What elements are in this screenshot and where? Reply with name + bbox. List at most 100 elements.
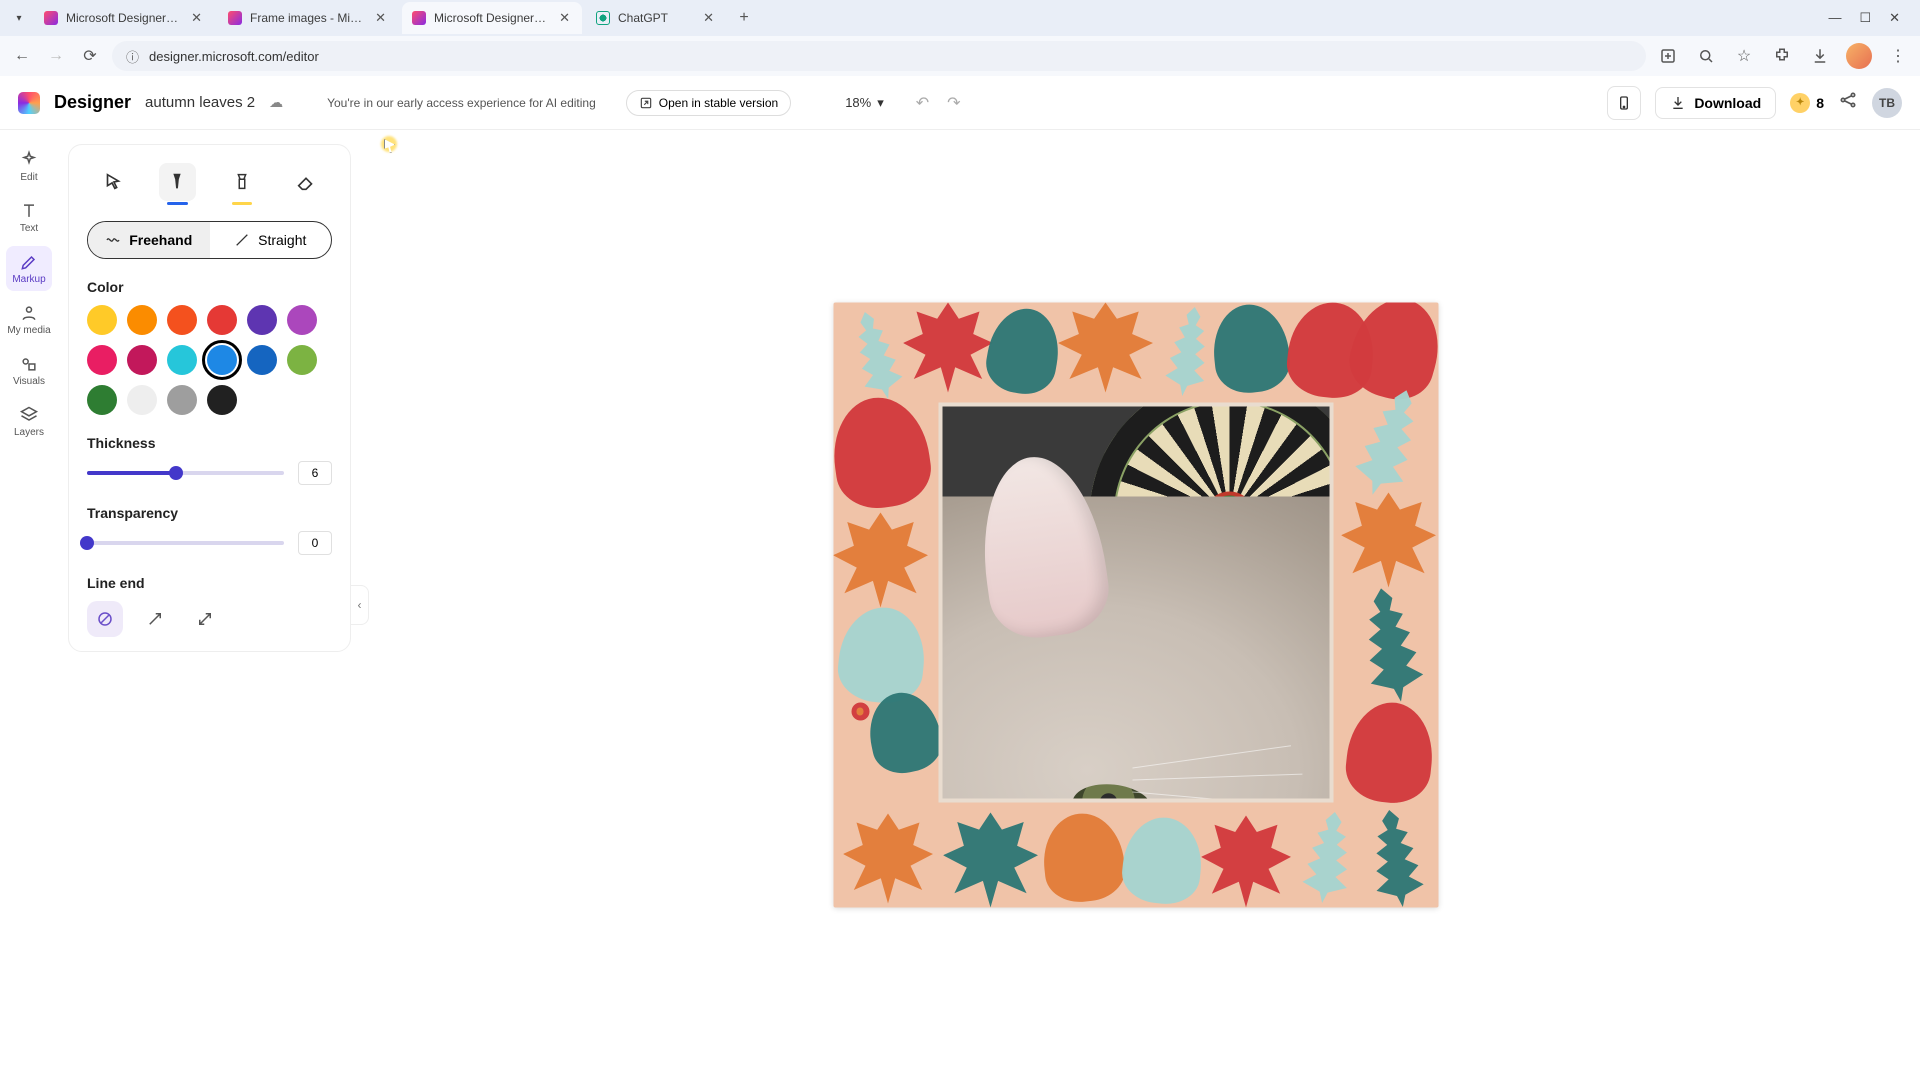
- color-swatch[interactable]: [127, 385, 157, 415]
- share-button[interactable]: [1838, 90, 1858, 115]
- chatgpt-favicon-icon: [596, 11, 610, 25]
- leaf-icon: [833, 513, 928, 608]
- sparkle-icon: [19, 150, 39, 170]
- profile-avatar[interactable]: [1846, 43, 1872, 69]
- line-end-arrow[interactable]: [137, 601, 173, 637]
- leaf-icon: [843, 814, 933, 904]
- color-swatch[interactable]: [207, 385, 237, 415]
- browser-tab-active[interactable]: Microsoft Designer - Stunning ✕: [402, 2, 582, 34]
- zoom-icon[interactable]: [1694, 44, 1718, 68]
- color-swatch[interactable]: [127, 305, 157, 335]
- zoom-dropdown[interactable]: 18% ▾: [845, 95, 884, 111]
- color-swatch[interactable]: [87, 345, 117, 375]
- color-swatch[interactable]: [247, 345, 277, 375]
- color-swatch[interactable]: [207, 345, 237, 375]
- leaf-icon: [1039, 810, 1128, 906]
- panel-collapse-button[interactable]: ‹: [351, 585, 369, 625]
- cat-ear: [970, 449, 1114, 644]
- undo-button[interactable]: ↶: [916, 93, 929, 113]
- tab-title: Microsoft Designer - Stunning: [66, 11, 181, 25]
- color-swatch[interactable]: [127, 345, 157, 375]
- line-end-double-arrow[interactable]: [187, 601, 223, 637]
- line-end-options: [87, 601, 332, 637]
- transparency-value[interactable]: 0: [298, 531, 332, 555]
- kebab-menu-icon[interactable]: ⋮: [1886, 44, 1910, 68]
- none-icon: [96, 610, 114, 628]
- color-swatch[interactable]: [167, 305, 197, 335]
- rail-item-visuals[interactable]: Visuals: [6, 348, 52, 393]
- browser-tab[interactable]: Microsoft Designer - Stunning ✕: [34, 2, 214, 34]
- tool-select[interactable]: [95, 163, 131, 201]
- designer-favicon-icon: [44, 11, 58, 25]
- browser-tab[interactable]: ChatGPT ✕: [586, 2, 726, 34]
- forward-button[interactable]: →: [44, 44, 68, 68]
- downloads-icon[interactable]: [1808, 44, 1832, 68]
- close-icon[interactable]: ✕: [557, 10, 572, 26]
- browser-tab[interactable]: Frame images - Microsoft Des... ✕: [218, 2, 398, 34]
- open-stable-button[interactable]: Open in stable version: [626, 90, 791, 116]
- rail-item-mymedia[interactable]: My media: [6, 297, 52, 342]
- mode-straight[interactable]: Straight: [210, 222, 332, 258]
- close-icon[interactable]: ✕: [189, 10, 204, 26]
- close-icon[interactable]: ✕: [373, 10, 388, 26]
- color-swatch[interactable]: [87, 385, 117, 415]
- project-name[interactable]: autumn leaves 2: [145, 94, 255, 111]
- color-swatch[interactable]: [287, 305, 317, 335]
- leaf-icon: [833, 303, 921, 408]
- line-mode-segmented: Freehand Straight: [87, 221, 332, 259]
- reload-button[interactable]: ⟳: [78, 44, 102, 68]
- user-avatar[interactable]: TB: [1872, 88, 1902, 118]
- bookmark-icon[interactable]: ☆: [1732, 44, 1756, 68]
- color-swatch[interactable]: [87, 305, 117, 335]
- url-field[interactable]: ⓘ designer.microsoft.com/editor: [112, 41, 1646, 71]
- close-icon[interactable]: ✕: [701, 10, 716, 26]
- color-swatch[interactable]: [167, 345, 197, 375]
- line-end-none[interactable]: [87, 601, 123, 637]
- transparency-slider[interactable]: [87, 541, 284, 545]
- undo-redo-group: ↶ ↷: [916, 93, 961, 113]
- rail-item-edit[interactable]: Edit: [6, 144, 52, 189]
- credits-counter[interactable]: ✦ 8: [1790, 93, 1824, 113]
- rail-label: Visuals: [13, 376, 45, 387]
- thickness-label: Thickness: [87, 435, 332, 451]
- line-icon: [234, 232, 250, 248]
- thickness-value[interactable]: 6: [298, 461, 332, 485]
- tab-title: Frame images - Microsoft Des...: [250, 11, 365, 25]
- layers-icon: [19, 405, 39, 425]
- color-swatch[interactable]: [207, 305, 237, 335]
- rail-item-layers[interactable]: Layers: [6, 399, 52, 444]
- slider-knob[interactable]: [169, 466, 183, 480]
- mode-freehand[interactable]: Freehand: [88, 222, 210, 258]
- cloud-sync-icon[interactable]: ☁: [269, 94, 283, 111]
- canvas-area[interactable]: ‹: [351, 130, 1920, 1080]
- designer-favicon-icon: [228, 11, 242, 25]
- slider-knob[interactable]: [80, 536, 94, 550]
- artwork-canvas[interactable]: [833, 303, 1438, 908]
- leaf-icon: [981, 303, 1065, 399]
- rail-item-markup[interactable]: Markup: [6, 246, 52, 291]
- color-swatch[interactable]: [287, 345, 317, 375]
- minimize-icon[interactable]: —: [1828, 10, 1841, 26]
- tabs-dropdown[interactable]: ▾: [8, 7, 30, 29]
- rail-label: Edit: [20, 172, 37, 183]
- leaf-icon: [1341, 493, 1436, 588]
- tool-highlighter[interactable]: [224, 163, 260, 201]
- install-app-icon[interactable]: [1656, 44, 1680, 68]
- color-swatch[interactable]: [247, 305, 277, 335]
- transparency-label: Transparency: [87, 505, 332, 521]
- close-window-icon[interactable]: ✕: [1889, 10, 1900, 26]
- tool-marker[interactable]: [159, 163, 195, 201]
- redo-button[interactable]: ↷: [947, 93, 960, 113]
- new-tab-button[interactable]: +: [730, 4, 758, 32]
- maximize-icon[interactable]: ☐: [1859, 10, 1871, 26]
- thickness-slider[interactable]: [87, 471, 284, 475]
- tool-eraser[interactable]: [288, 163, 324, 201]
- rail-item-text[interactable]: Text: [6, 195, 52, 240]
- extensions-icon[interactable]: [1770, 44, 1794, 68]
- color-swatch[interactable]: [167, 385, 197, 415]
- highlighter-icon: [231, 171, 253, 193]
- download-button[interactable]: Download: [1655, 87, 1776, 119]
- back-button[interactable]: ←: [10, 44, 34, 68]
- site-info-icon[interactable]: ⓘ: [126, 47, 139, 66]
- mobile-preview-button[interactable]: [1607, 86, 1641, 120]
